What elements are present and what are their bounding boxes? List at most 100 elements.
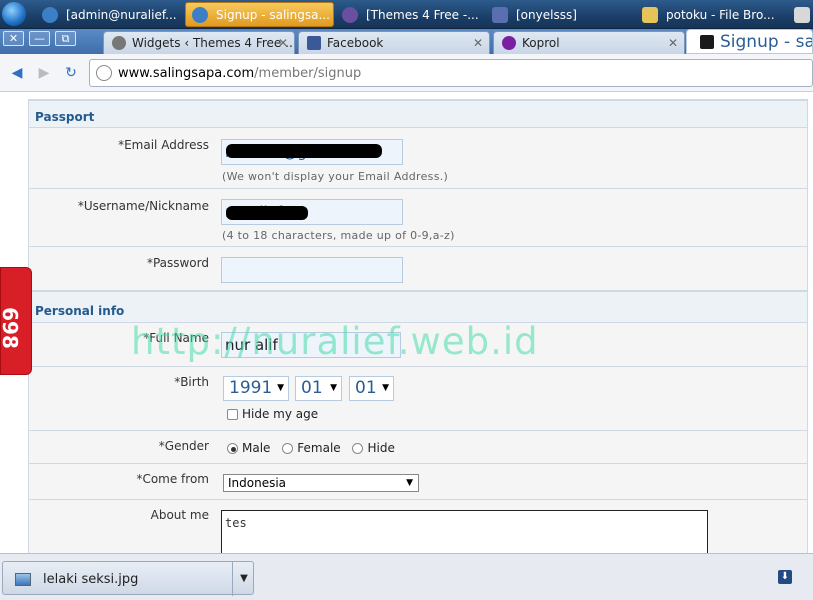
birth-month-value: 01 xyxy=(301,378,323,398)
taskbar-item-themes[interactable]: [Themes 4 Free -... xyxy=(336,2,481,27)
taskbar-item-signup[interactable]: Signup - salingsa... xyxy=(185,2,334,27)
radio-male[interactable] xyxy=(227,443,238,454)
radio-female[interactable] xyxy=(282,443,294,454)
address-path: /member/signup xyxy=(254,65,362,81)
close-icon[interactable]: ✕ xyxy=(473,36,483,50)
browser-icon xyxy=(192,6,208,23)
hide-age-option[interactable]: Hide my age xyxy=(227,407,318,421)
side-badge-label: 698 xyxy=(0,307,22,349)
taskbar-item-label: Signup - salingsa... xyxy=(216,7,330,22)
browser-icon xyxy=(42,6,58,23)
tab-label: Signup - salingsapa xyxy=(720,32,813,52)
country-row: *Come from Indonesia ▼ xyxy=(29,464,807,500)
country-select[interactable]: Indonesia ▼ xyxy=(223,474,419,492)
reload-icon[interactable]: ↻ xyxy=(61,63,81,83)
show-downloads-icon[interactable]: ⬇ xyxy=(778,570,792,584)
app-icon xyxy=(794,6,810,23)
download-item[interactable]: lelaki seksi.jpg ▼ xyxy=(2,561,255,596)
globe-icon xyxy=(96,65,112,81)
hide-age-checkbox[interactable] xyxy=(227,409,238,420)
browser-toolbar: ◀ ▶ ↻ www.salingsapa.com/member/signup xyxy=(0,54,813,92)
tab-widgets[interactable]: Widgets ‹ Themes 4 Free ... ✕ xyxy=(103,31,295,54)
email-hint: (We won't display your Email Address.) xyxy=(222,170,449,183)
taskbar-item-overflow[interactable] xyxy=(790,2,813,27)
restore-window-button[interactable]: ⧉ xyxy=(55,31,76,46)
minimize-window-button[interactable]: — xyxy=(29,31,50,46)
close-window-button[interactable]: ✕ xyxy=(3,31,24,46)
chevron-down-icon: ▼ xyxy=(330,383,337,393)
chat-icon xyxy=(492,6,508,23)
image-file-icon xyxy=(15,573,31,586)
email-row: *Email Address nuralief@gmail.com (We wo… xyxy=(29,128,807,189)
close-icon[interactable]: ✕ xyxy=(278,36,288,50)
forward-icon[interactable]: ▶ xyxy=(34,63,54,83)
birth-day-select[interactable]: 01 ▼ xyxy=(349,376,394,401)
chevron-down-icon[interactable]: ▼ xyxy=(232,562,255,596)
tab-label: Facebook xyxy=(327,36,384,50)
password-label: *Password xyxy=(146,256,209,270)
yahoo-icon xyxy=(502,36,516,50)
redaction-mark xyxy=(226,206,308,220)
ss-icon xyxy=(700,35,714,49)
about-label: About me xyxy=(150,508,209,522)
side-badge[interactable]: 698 xyxy=(0,267,32,375)
taskbar: [admin@nuralief... Signup - salingsa... … xyxy=(0,0,813,29)
birth-label: *Birth xyxy=(174,375,209,389)
gender-male-label: Male xyxy=(242,441,271,455)
back-icon[interactable]: ◀ xyxy=(7,63,27,83)
password-row: *Password xyxy=(29,247,807,291)
tab-facebook[interactable]: Facebook ✕ xyxy=(298,31,490,54)
gender-row: *Gender Male Female Hide xyxy=(29,431,807,464)
gender-label: *Gender xyxy=(158,439,209,453)
address-bar[interactable]: www.salingsapa.com/member/signup xyxy=(89,59,813,87)
country-label: *Come from xyxy=(136,472,209,486)
gender-hide-label: Hide xyxy=(367,441,395,455)
folder-icon xyxy=(642,6,658,23)
birth-day-value: 01 xyxy=(355,378,377,398)
email-label: *Email Address xyxy=(118,138,209,152)
taskbar-item-label: potoku - File Bro... xyxy=(666,7,775,22)
taskbar-item-potoku[interactable]: potoku - File Bro... xyxy=(636,2,781,27)
birth-year-value: 1991 xyxy=(229,378,273,398)
passport-section-title: Passport xyxy=(29,100,807,128)
chevron-down-icon: ▼ xyxy=(382,383,389,393)
gender-female-option[interactable]: Female xyxy=(282,441,341,455)
address-host: www.salingsapa.com xyxy=(118,65,255,81)
username-row: *Username/Nickname nuralief (4 to 18 cha… xyxy=(29,189,807,247)
radio-hide[interactable] xyxy=(352,443,364,454)
start-orb-icon[interactable] xyxy=(2,2,26,26)
birth-row: *Birth 1991 ▼ 01 ▼ 01 ▼ Hide my age xyxy=(29,367,807,431)
country-value: Indonesia xyxy=(228,476,287,490)
taskbar-item-onyelsss[interactable]: [onyelsss] xyxy=(486,2,631,27)
tab-label: Koprol xyxy=(522,36,560,50)
gender-hide-option[interactable]: Hide xyxy=(352,441,395,455)
personal-section-title: Personal info xyxy=(29,291,807,323)
facebook-icon xyxy=(307,36,321,50)
taskbar-item-label: [onyelsss] xyxy=(516,7,577,22)
password-field[interactable] xyxy=(221,257,403,283)
tab-strip: ✕ — ⧉ Widgets ‹ Themes 4 Free ... ✕ Face… xyxy=(0,29,813,54)
taskbar-item-label: [admin@nuralief... xyxy=(66,7,177,22)
chevron-down-icon: ▼ xyxy=(406,478,413,488)
redaction-mark xyxy=(226,144,382,158)
taskbar-item-label: [Themes 4 Free -... xyxy=(366,7,479,22)
username-label: *Username/Nickname xyxy=(77,199,209,213)
birth-month-select[interactable]: 01 ▼ xyxy=(295,376,342,401)
tab-label: Widgets ‹ Themes 4 Free ... xyxy=(132,36,295,50)
birth-year-select[interactable]: 1991 ▼ xyxy=(223,376,289,401)
hide-age-label: Hide my age xyxy=(242,407,319,421)
taskbar-item-admin[interactable]: [admin@nuralief... xyxy=(36,2,181,27)
watermark-text: http://nuralief.web.id xyxy=(131,320,539,363)
username-hint: (4 to 18 characters, made up of 0-9,a-z) xyxy=(222,229,455,242)
gender-male-option[interactable]: Male xyxy=(227,441,270,455)
tab-signup[interactable]: Signup - salingsapa xyxy=(686,29,813,54)
download-filename: lelaki seksi.jpg xyxy=(43,572,139,587)
chevron-down-icon: ▼ xyxy=(277,383,284,393)
tab-koprol[interactable]: Koprol ✕ xyxy=(493,31,685,54)
about-row: About me tes xyxy=(29,500,807,553)
browser-icon xyxy=(342,6,358,23)
about-textarea[interactable]: tes xyxy=(221,510,708,553)
close-icon[interactable]: ✕ xyxy=(668,36,678,50)
wordpress-icon xyxy=(112,36,126,50)
downloads-bar: lelaki seksi.jpg ▼ ⬇ xyxy=(0,553,813,600)
